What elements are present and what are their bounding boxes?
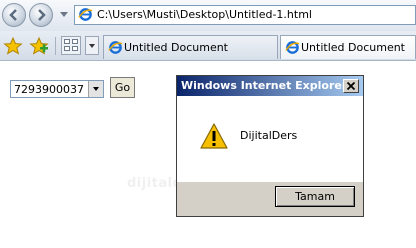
dialog-title: Windows Internet Explorer [181,79,348,92]
ok-button[interactable]: Tamam [275,186,355,207]
address-text: C:\Users\Musti\Desktop\Untitled-1.html [97,8,312,21]
ie-page-icon [108,41,123,54]
add-favorites-icon[interactable] [29,36,49,56]
dialog-title-bar[interactable]: Windows Internet Explorer [177,76,363,96]
quick-tabs-button[interactable] [61,36,81,55]
ie-page-icon [78,8,93,21]
dialog-close-button[interactable] [343,79,359,93]
address-bar[interactable]: C:\Users\Musti\Desktop\Untitled-1.html [74,5,416,25]
tab-list-dropdown[interactable] [85,36,99,55]
ie-window: C:\Users\Musti\Desktop\Untitled-1.html U… [0,0,416,248]
back-arrow-icon [9,9,17,21]
select-value: 7293900037 [14,83,84,96]
back-button[interactable] [2,3,26,27]
close-icon [346,81,356,91]
go-button[interactable]: Go [110,77,135,98]
tab-label: Untitled Document [301,41,405,54]
address-toolbar: C:\Users\Musti\Desktop\Untitled-1.html [0,0,416,31]
recent-pages-dropdown[interactable] [60,12,68,17]
alert-dialog: Windows Internet Explorer DijitalDers Ta… [176,75,364,217]
tab-untitled-document-2[interactable]: Untitled Document [280,35,416,59]
tab-label: Untitled Document [124,41,228,54]
dialog-message: DijitalDers [240,129,298,142]
tab-untitled-document-1[interactable]: Untitled Document [103,35,278,59]
warning-icon [200,123,228,149]
forward-button[interactable] [29,3,53,27]
select-dropdown-button[interactable] [88,81,103,97]
tab-toolbar: Untitled Document Untitled Document [0,31,416,61]
forward-arrow-icon [38,9,46,21]
ie-page-icon [285,41,300,54]
toolbar-separator [55,37,56,55]
dialog-body: DijitalDers [177,96,363,182]
number-select[interactable]: 7293900037 [10,80,104,98]
favorites-star-icon[interactable] [3,36,23,56]
